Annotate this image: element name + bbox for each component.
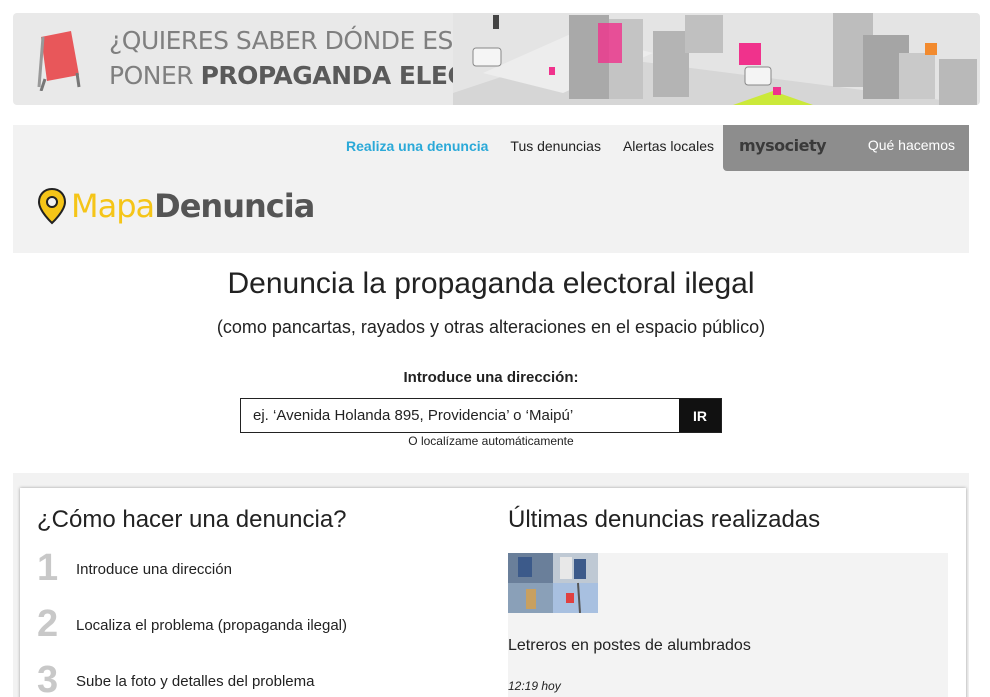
sign-icon [37,31,81,91]
logo-wordmark: MapaDenuncia [71,187,315,225]
go-button[interactable]: IR [679,399,721,432]
step-item: 2 Localiza el problema (propaganda ilega… [37,602,477,658]
step-number: 3 [37,659,59,697]
page-margin [969,105,990,697]
page-title: Denuncia la propaganda electoral ilegal [227,267,755,300]
city-illustration [453,13,980,105]
content-panel: ¿Cómo hacer una denuncia? 1 Introduce un… [20,488,966,697]
geolocate-link[interactable]: O localízame automáticamente [13,434,969,448]
address-search-form: IR [240,398,722,433]
report-timestamp: 12:19 hoy [508,679,561,693]
main-nav: Realiza una denuncia Tus denuncias Alert… [324,137,714,155]
logo-mapa: Mapa [71,187,155,225]
banner-line-2-prefix: PONER [109,61,201,90]
mysociety-logo[interactable]: mysociety [739,136,827,155]
hero-section: Denuncia la propaganda electoral ilegal … [13,253,969,473]
how-to-section: ¿Cómo hacer una denuncia? 1 Introduce un… [37,506,477,697]
step-text: Introduce una dirección [76,561,232,578]
banner-ad[interactable]: ¿QUIERES SABER DÓNDE ES ILEGAL PONER PRO… [13,13,980,105]
nav-report[interactable]: Realiza una denuncia [346,137,488,155]
site-header: Realiza una denuncia Tus denuncias Alert… [13,125,969,253]
report-title[interactable]: Letreros en postes de alumbrados [508,637,751,655]
nav-your-reports[interactable]: Tus denuncias [510,137,601,155]
address-input[interactable] [241,399,679,432]
step-item: 3 Sube la foto y detalles del problema [37,658,477,697]
what-we-do-link[interactable]: Qué hacemos [868,137,955,153]
site-logo[interactable]: MapaDenuncia [37,187,315,225]
map-pin-icon [37,187,67,225]
recent-reports-section: Últimas denuncias realizadas Letreros en… [508,506,948,697]
step-number: 2 [37,603,59,645]
report-thumbnail[interactable] [508,553,598,613]
logo-denuncia: Denuncia [154,187,315,225]
step-text: Localiza el problema (propaganda ilegal) [76,617,348,634]
recent-reports-title: Últimas denuncias realizadas [508,506,821,533]
report-item[interactable]: Letreros en postes de alumbrados 12:19 h… [508,553,948,697]
page-subtitle: (como pancartas, rayados y otras alterac… [216,317,766,337]
how-to-title: ¿Cómo hacer una denuncia? [37,506,347,533]
step-item: 1 Introduce una dirección [37,546,477,602]
mysociety-bar: mysociety Qué hacemos [723,125,969,171]
address-label: Introduce una dirección: [403,369,579,386]
step-text: Sube la foto y detalles del problema [76,673,315,690]
step-number: 1 [37,547,59,589]
steps-list: 1 Introduce una dirección 2 Localiza el … [37,546,477,697]
nav-local-alerts[interactable]: Alertas locales [623,137,714,155]
